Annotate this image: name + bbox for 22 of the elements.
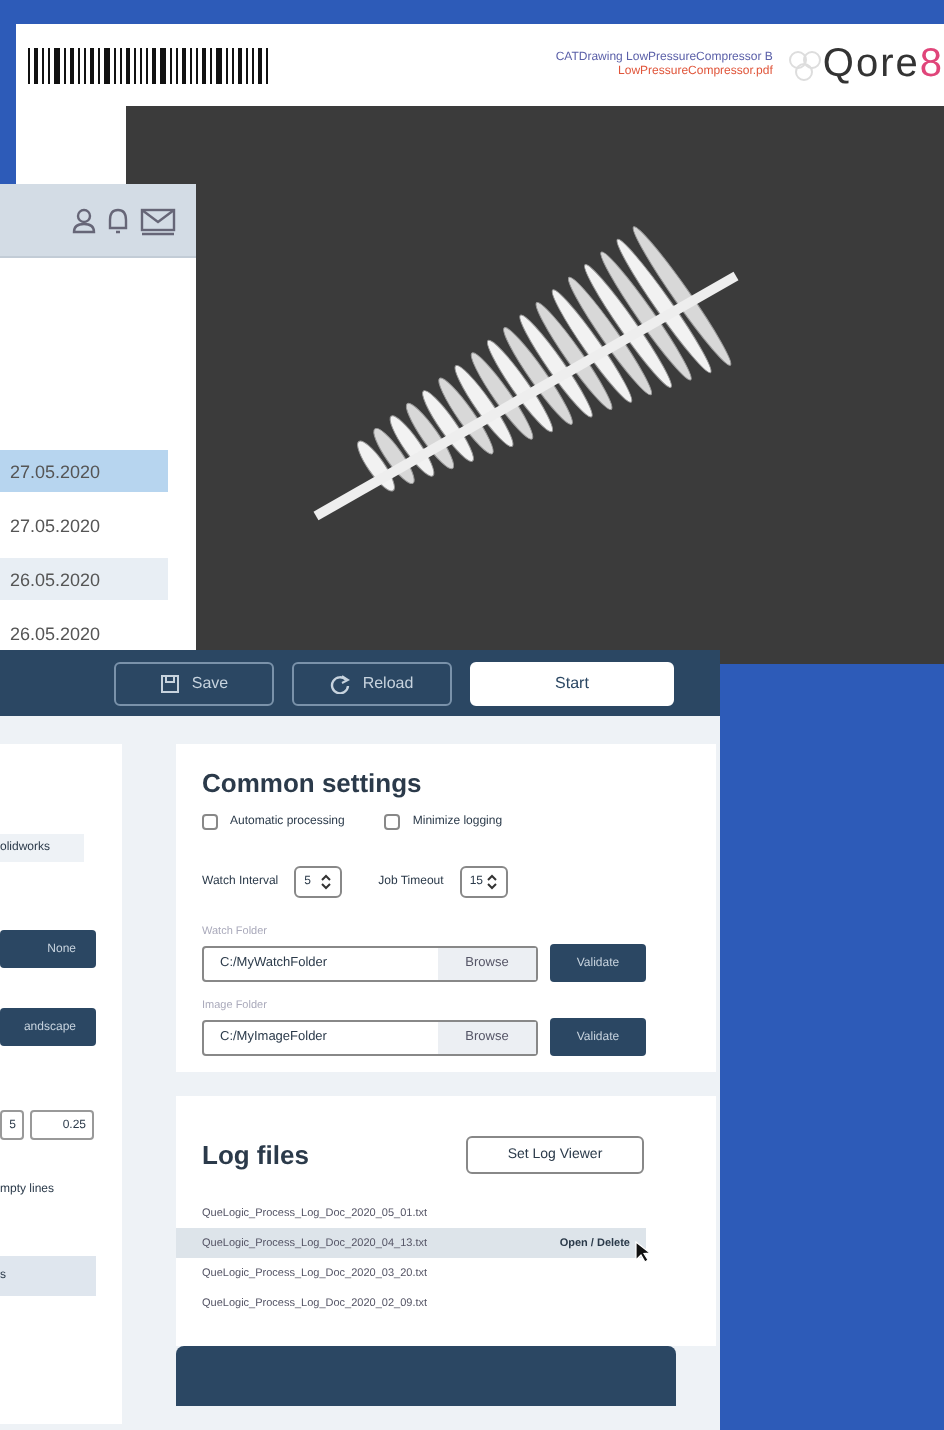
barcode-icon [28, 47, 268, 83]
user-icon[interactable] [72, 207, 96, 233]
mail-icon[interactable] [140, 205, 176, 235]
section-title: Log files [202, 1140, 309, 1170]
date-row[interactable]: 26.05.2020 [0, 612, 168, 654]
date-row[interactable]: 27.05.2020 [0, 504, 168, 546]
checkbox[interactable] [384, 814, 401, 830]
logo: Qore8 [822, 42, 944, 88]
date-row[interactable]: 27.05.2020 [0, 450, 168, 492]
date-row[interactable]: 26.05.2020 [0, 558, 168, 600]
reload-icon [330, 673, 351, 693]
toolbar-button[interactable]: Save [114, 661, 274, 705]
toolbar-button[interactable]: Reload [292, 661, 452, 705]
cursor-icon [634, 1240, 652, 1264]
toolbar-button[interactable]: Start [470, 661, 674, 705]
save-icon [159, 673, 180, 693]
spinner-arrows-icon [320, 874, 333, 890]
spinner-arrows-icon [485, 874, 498, 890]
section-title: Common settings [202, 768, 424, 798]
bell-icon[interactable] [106, 207, 130, 233]
checkbox[interactable] [202, 814, 218, 830]
circles-icon [788, 48, 823, 82]
